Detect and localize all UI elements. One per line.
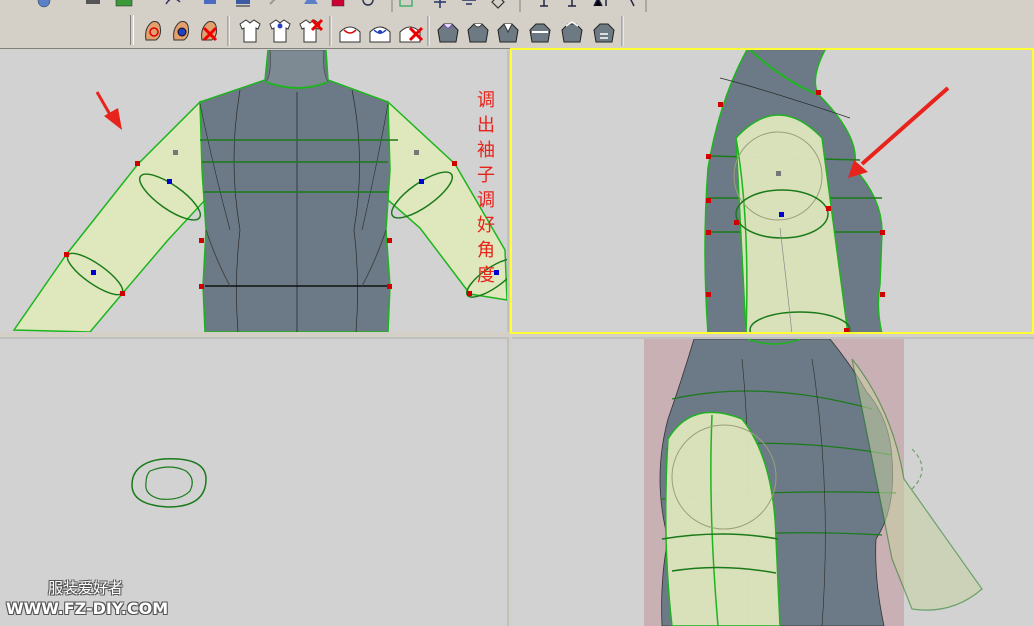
multi-pin-icon[interactable] <box>593 0 607 7</box>
target-icon[interactable] <box>630 0 635 7</box>
mannequin-torso[interactable] <box>199 50 398 332</box>
delete-point-icon[interactable] <box>201 21 218 42</box>
perspective-view[interactable] <box>512 337 1034 626</box>
shirt-delete-icon[interactable] <box>299 18 324 43</box>
watermark-line-1: 服装爱好者 <box>48 579 124 597</box>
add-point-icon[interactable] <box>173 21 189 41</box>
refresh-icon[interactable] <box>362 0 374 6</box>
side-view[interactable] <box>510 48 1034 334</box>
print-icon[interactable] <box>86 0 100 4</box>
mannequin-shoulder-icon[interactable] <box>467 23 489 43</box>
undo-icon[interactable] <box>165 0 181 5</box>
select-point-icon[interactable] <box>145 21 161 41</box>
shirt-add-icon[interactable] <box>269 19 291 43</box>
front-view[interactable]: 调出袖子 调好角度 <box>0 50 509 332</box>
mannequin-hip-icon[interactable] <box>593 23 615 43</box>
shirt-color-icon[interactable] <box>304 0 318 4</box>
mannequin-chest-icon[interactable] <box>529 23 551 43</box>
cursor-tool-icon[interactable] <box>540 0 548 7</box>
cross-section[interactable] <box>131 457 207 508</box>
tree-icon[interactable] <box>462 0 476 5</box>
collar-add-icon[interactable] <box>369 26 391 43</box>
grid-icon[interactable] <box>399 0 413 7</box>
mannequin-neck-icon[interactable] <box>437 23 459 43</box>
export-icon[interactable] <box>236 0 250 7</box>
shirt-icon[interactable] <box>239 19 261 43</box>
globe-icon[interactable] <box>37 0 51 8</box>
annotation-arrow <box>95 91 122 130</box>
collar-delete-icon[interactable] <box>399 26 424 43</box>
collar-icon[interactable] <box>339 26 361 43</box>
watermark-line-2: WWW.FZ-DIY.COM <box>6 599 169 618</box>
layers-icon[interactable] <box>331 0 345 7</box>
mannequin-waist-icon[interactable] <box>561 21 583 43</box>
save-icon[interactable] <box>204 0 216 4</box>
mannequin-torso-icon[interactable] <box>497 23 519 43</box>
watermark: 服装爱好者 WWW.FZ-DIY.COM <box>6 578 168 620</box>
table-icon[interactable] <box>434 0 446 8</box>
active-viewport-border <box>510 48 1034 334</box>
image-icon[interactable] <box>115 0 133 7</box>
left-sleeve[interactable] <box>12 100 206 332</box>
top-view[interactable]: 服装爱好者 WWW.FZ-DIY.COM <box>0 337 509 626</box>
annotation-line-1: 调出袖子 <box>477 90 495 186</box>
pin-icon[interactable] <box>568 0 576 7</box>
annotation-text: 调出袖子 调好角度 <box>477 88 507 288</box>
diamond-icon[interactable] <box>491 0 505 9</box>
toolbar-edit <box>0 12 1034 49</box>
arrow-icon[interactable] <box>269 0 278 5</box>
annotation-line-2: 调好角度 <box>477 190 495 286</box>
